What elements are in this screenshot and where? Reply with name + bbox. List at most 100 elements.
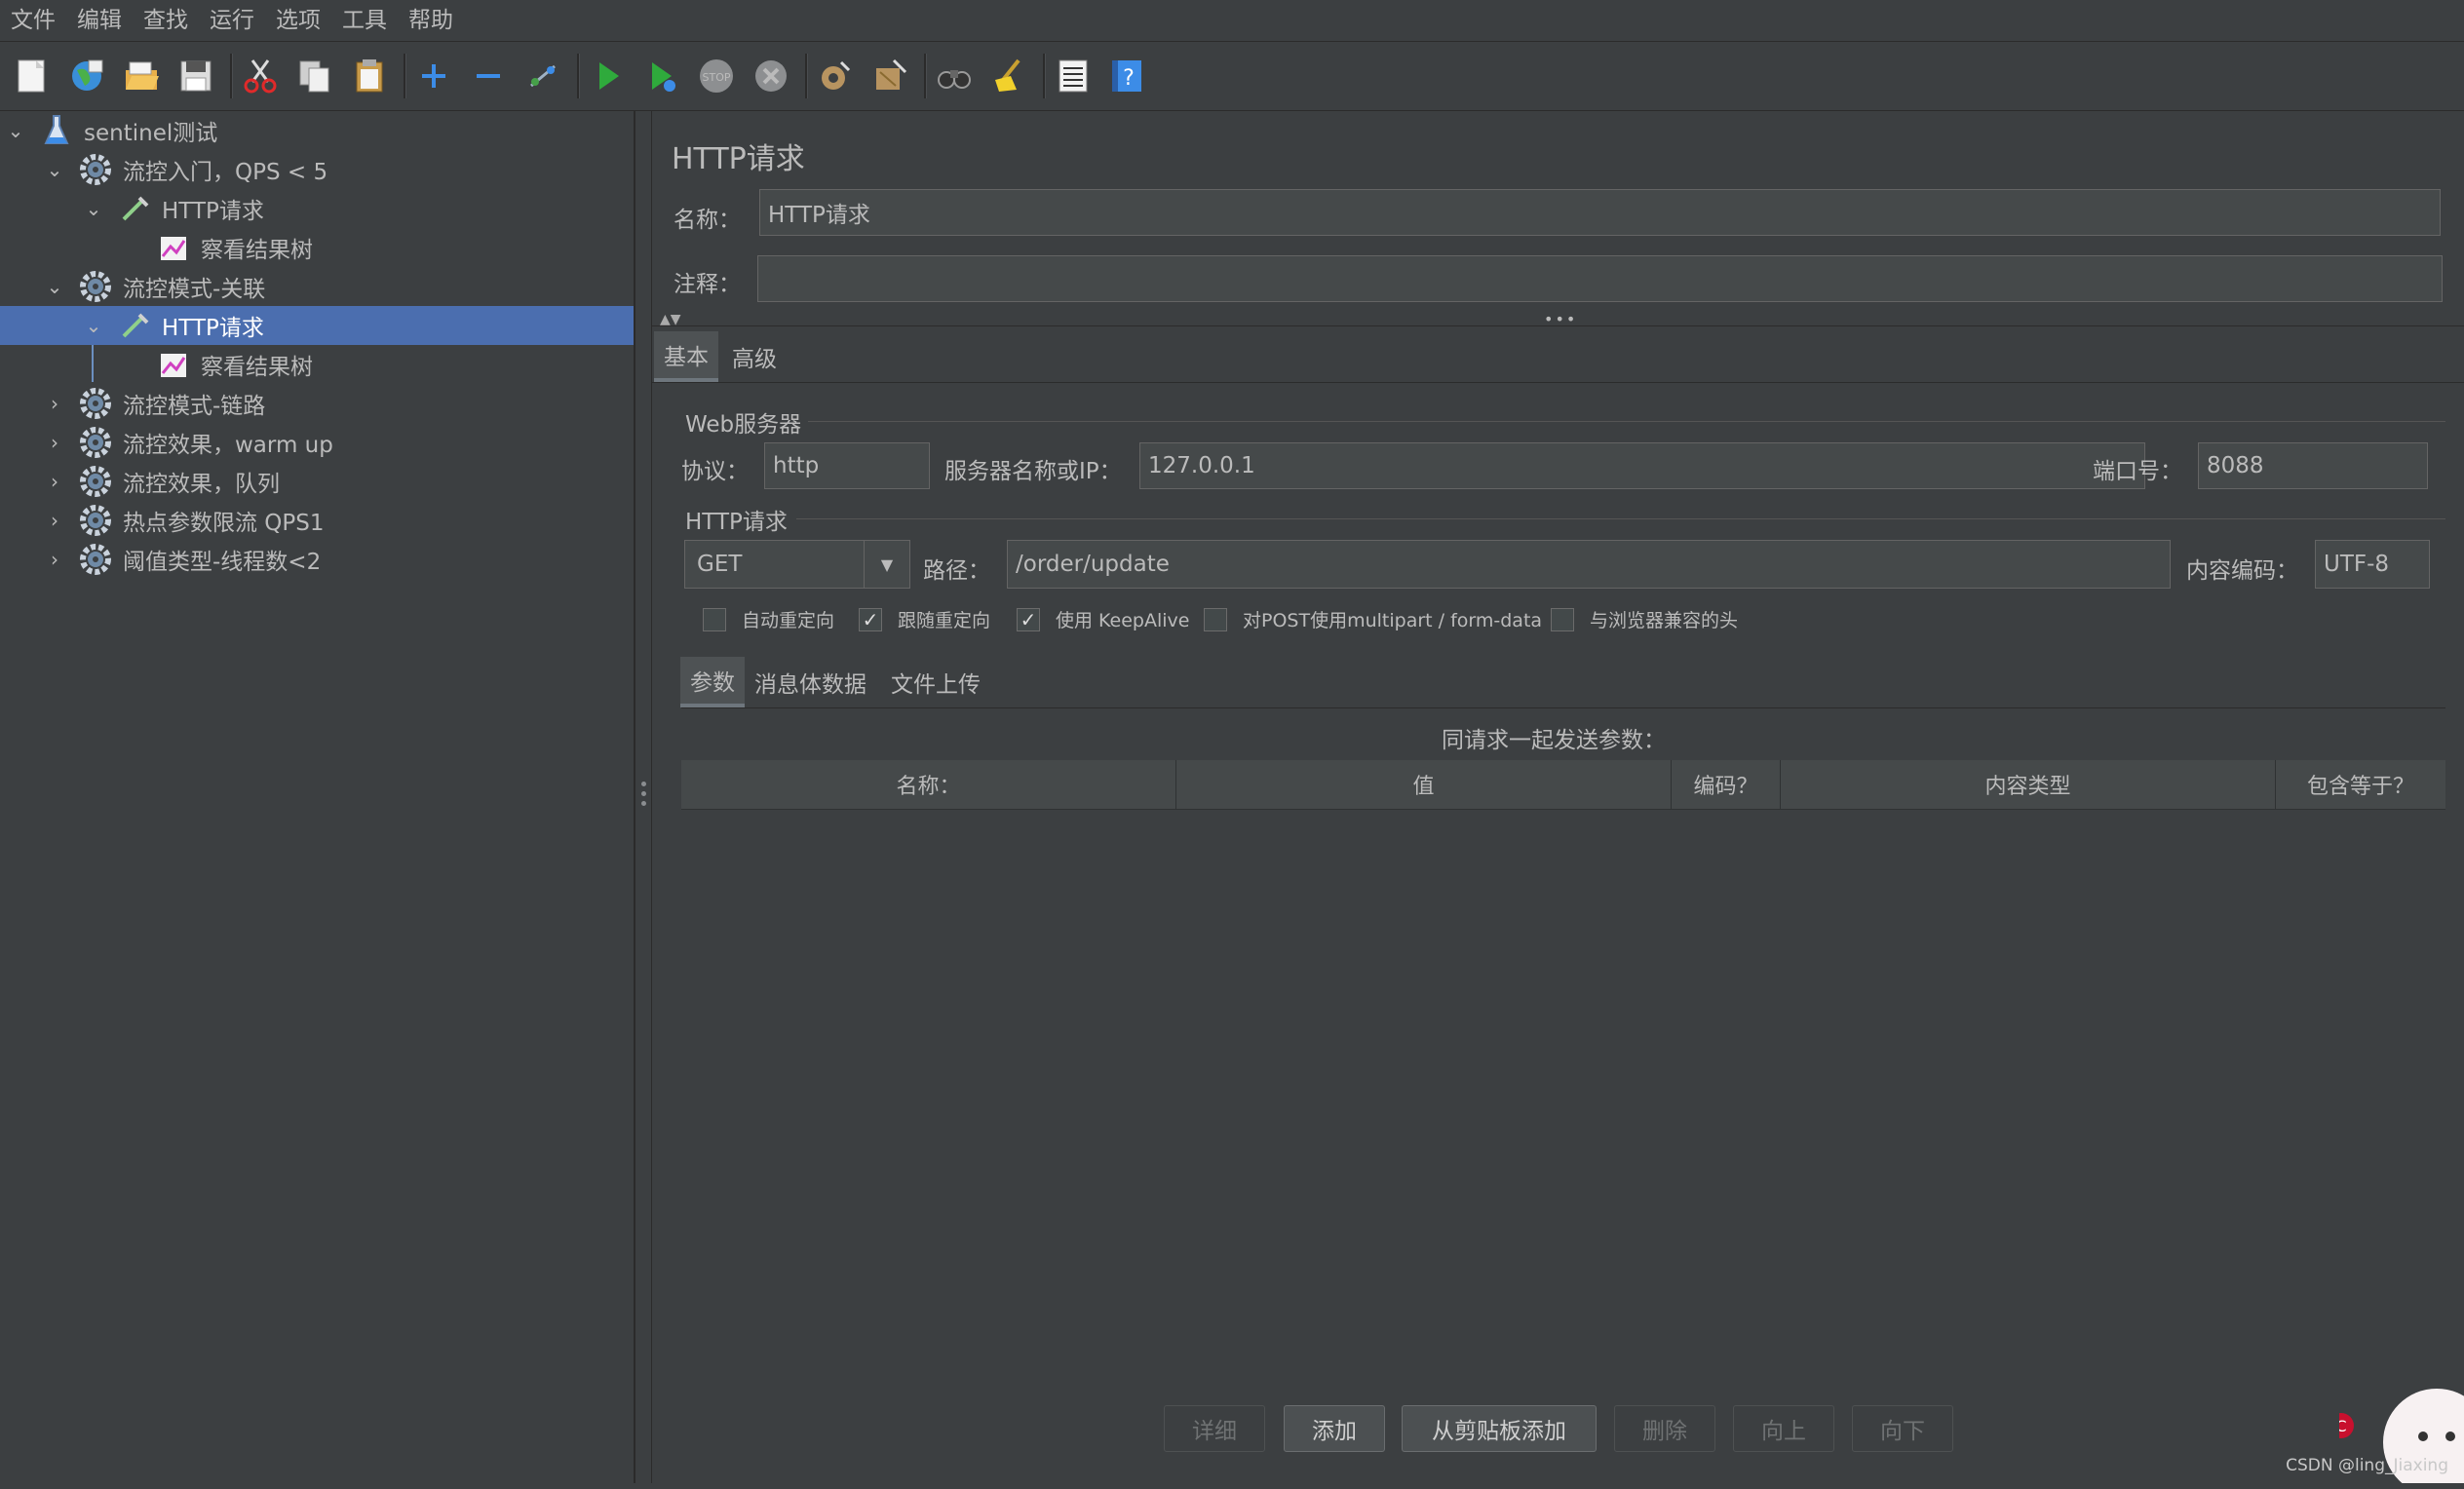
tree-node-thread-group[interactable]: ⌄ 流控模式-关联 [0, 267, 634, 306]
tree-node-root[interactable]: ⌄ sentinel测试 [0, 111, 634, 150]
follow-redirect-checkbox[interactable]: ✓ 跟随重定向 [859, 606, 990, 632]
tree-label: 流控入门，QPS < 5 [123, 160, 328, 185]
paste-icon[interactable] [347, 54, 392, 98]
tree-label: sentinel测试 [84, 121, 218, 146]
collapse-icon[interactable] [466, 54, 511, 98]
start-no-pauses-icon[interactable] [639, 54, 684, 98]
checkmark-icon[interactable]: ✓ [859, 607, 882, 631]
test-plan-icon [39, 113, 74, 148]
checkmark-icon[interactable]: ✓ [1017, 607, 1040, 631]
tree-node-thread-group[interactable]: ⌄ 流控入门，QPS < 5 [0, 150, 634, 189]
chevron-right-icon[interactable]: › [43, 509, 66, 532]
add-from-clipboard-button[interactable]: 从剪贴板添加 [1402, 1405, 1597, 1452]
auto-redirect-checkbox[interactable]: 自动重定向 [703, 606, 834, 632]
detail-button[interactable]: 详细 [1164, 1405, 1265, 1452]
delete-button[interactable]: 删除 [1614, 1405, 1715, 1452]
tree-node-listener[interactable]: 察看结果树 [0, 345, 634, 384]
checkbox-box[interactable] [1204, 607, 1227, 631]
tree-node-thread-group[interactable]: › 流控效果，warm up [0, 423, 634, 462]
column-header-encode[interactable]: 编码？ [1672, 760, 1781, 809]
stop-icon[interactable]: STOP [694, 54, 739, 98]
chevron-down-icon[interactable]: ⌄ [82, 314, 105, 337]
menu-file[interactable]: 文件 [0, 0, 66, 41]
keepalive-checkbox[interactable]: ✓ 使用 KeepAlive [1017, 606, 1189, 632]
watermark-text: CSDN @ling_Jiaxing [2286, 1456, 2448, 1475]
menu-search[interactable]: 查找 [133, 0, 199, 41]
tab-advanced[interactable]: 高级 [722, 331, 787, 382]
tab-parameters[interactable]: 参数 [680, 657, 745, 707]
cut-icon[interactable] [238, 54, 283, 98]
chevron-down-icon[interactable]: ⌄ [43, 275, 66, 298]
checkbox-box[interactable] [703, 607, 726, 631]
gear-icon [78, 152, 113, 187]
tree-node-thread-group[interactable]: › 热点参数限流 QPS1 [0, 501, 634, 540]
path-field[interactable]: /order/update [1007, 540, 2171, 589]
menu-run[interactable]: 运行 [199, 0, 265, 41]
clear-icon[interactable] [813, 54, 858, 98]
tab-body-data[interactable]: 消息体数据 [745, 657, 876, 707]
tree-node-listener[interactable]: 察看结果树 [0, 228, 634, 267]
menu-tools[interactable]: 工具 [331, 0, 398, 41]
toggle-icon[interactable] [520, 54, 565, 98]
move-down-button[interactable]: 向下 [1852, 1405, 1953, 1452]
port-field[interactable]: 8088 [2198, 442, 2428, 489]
tree-label: 察看结果树 [201, 238, 313, 263]
tree-label: 察看结果树 [201, 355, 313, 380]
svg-text:?: ? [1123, 66, 1135, 91]
new-icon[interactable] [10, 54, 55, 98]
chevron-down-icon[interactable]: ⌄ [4, 119, 27, 142]
protocol-field[interactable]: http [764, 442, 930, 489]
save-icon[interactable] [173, 54, 218, 98]
tab-basic[interactable]: 基本 [654, 331, 718, 382]
encoding-field[interactable]: UTF-8 [2315, 540, 2430, 589]
chevron-right-icon[interactable]: › [43, 431, 66, 454]
gear-icon [78, 503, 113, 538]
chevron-down-icon[interactable]: ⌄ [82, 197, 105, 220]
port-label: 端口号： [2093, 459, 2182, 484]
menu-help[interactable]: 帮助 [398, 0, 464, 41]
chevron-right-icon[interactable]: › [43, 470, 66, 493]
copy-icon[interactable] [292, 54, 337, 98]
name-field[interactable]: HTTP请求 [759, 189, 2441, 236]
search-icon[interactable] [932, 54, 977, 98]
chevron-right-icon[interactable]: › [43, 392, 66, 415]
chevron-right-icon[interactable]: › [43, 548, 66, 571]
tab-file-upload[interactable]: 文件上传 [881, 657, 990, 707]
browser-headers-checkbox[interactable]: 与浏览器兼容的头 [1551, 606, 1738, 632]
method-select[interactable]: GET ▼ [684, 540, 910, 589]
sampler-editor: HTTP请求 名称： HTTP请求 注释： ▲▼ ••• 基本 高级 Web服务… [652, 111, 2464, 1483]
shutdown-icon[interactable] [749, 54, 793, 98]
tree-node-thread-group[interactable]: › 流控模式-链路 [0, 384, 634, 423]
tree-label: 流控模式-关联 [123, 277, 266, 302]
tree-node-thread-group[interactable]: › 阈值类型-线程数<2 [0, 540, 634, 579]
open-icon[interactable] [119, 54, 164, 98]
column-header-name[interactable]: 名称： [681, 760, 1176, 809]
chevron-down-icon[interactable]: ▼ [864, 541, 909, 588]
checkbox-box[interactable] [1551, 607, 1574, 631]
test-plan-tree: ⌄ sentinel测试 ⌄ 流控入门，QPS < 5 ⌄ HTTP请求 察看结… [0, 111, 635, 1483]
tree-node-http-sampler-selected[interactable]: ⌄ HTTP请求 [0, 306, 634, 345]
templates-icon[interactable] [64, 54, 109, 98]
comment-field[interactable] [757, 255, 2443, 302]
clear-all-icon[interactable] [867, 54, 912, 98]
expand-icon[interactable] [411, 54, 456, 98]
add-button[interactable]: 添加 [1284, 1405, 1385, 1452]
server-field[interactable]: 127.0.0.1 [1139, 442, 2145, 489]
tree-label: 流控模式-链路 [123, 394, 266, 419]
tree-node-thread-group[interactable]: › 流控效果，队列 [0, 462, 634, 501]
tree-node-http-sampler[interactable]: ⌄ HTTP请求 [0, 189, 634, 228]
help-icon[interactable]: ? [1105, 54, 1150, 98]
start-icon[interactable] [585, 54, 630, 98]
move-up-button[interactable]: 向上 [1733, 1405, 1834, 1452]
column-header-value[interactable]: 值 [1176, 760, 1672, 809]
multipart-checkbox[interactable]: 对POST使用multipart / form-data [1204, 606, 1542, 632]
column-header-include-equals[interactable]: 包含等于？ [2276, 760, 2445, 809]
menu-options[interactable]: 选项 [265, 0, 331, 41]
gear-icon [78, 425, 113, 460]
column-header-content-type[interactable]: 内容类型 [1781, 760, 2276, 809]
chevron-down-icon[interactable]: ⌄ [43, 158, 66, 181]
function-helper-icon[interactable] [1051, 54, 1096, 98]
reset-search-icon[interactable] [986, 54, 1031, 98]
menu-edit[interactable]: 编辑 [66, 0, 133, 41]
panel-splitter[interactable] [635, 111, 652, 1483]
